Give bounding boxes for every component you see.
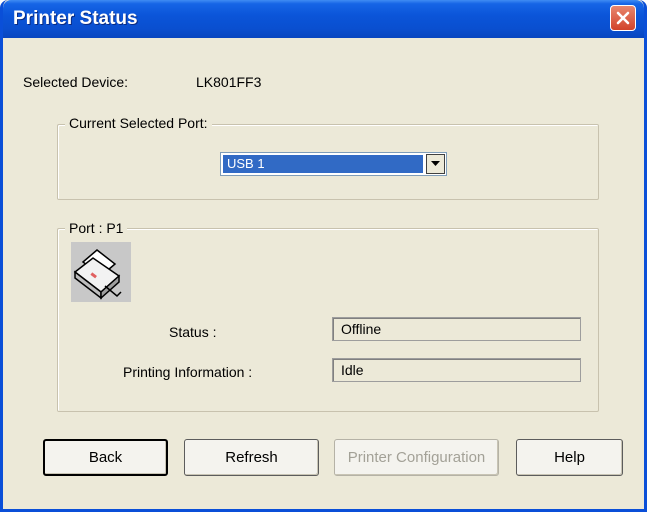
port-select[interactable]: USB 1 xyxy=(220,152,447,176)
current-port-legend: Current Selected Port: xyxy=(65,115,212,131)
port-select-value: USB 1 xyxy=(223,155,423,173)
printing-info-label: Printing Information : xyxy=(123,364,253,380)
window-title: Printer Status xyxy=(13,8,138,29)
printer-icon xyxy=(71,242,131,302)
selected-device-value: LK801FF3 xyxy=(196,74,262,90)
back-button[interactable]: Back xyxy=(43,439,168,476)
printer-status-window: Printer Status Selected Device: LK801FF3… xyxy=(0,0,647,512)
refresh-button[interactable]: Refresh xyxy=(184,439,319,476)
port-dropdown-button[interactable] xyxy=(426,154,445,174)
status-field: Offline xyxy=(332,317,581,341)
selected-device-label: Selected Device: xyxy=(23,74,129,90)
printing-info-field: Idle xyxy=(332,358,581,382)
chevron-down-icon xyxy=(431,161,440,166)
status-label: Status : xyxy=(169,324,217,340)
close-button[interactable] xyxy=(610,5,636,31)
help-button[interactable]: Help xyxy=(516,439,623,476)
port-status-legend: Port : P1 xyxy=(65,220,128,236)
title-bar[interactable]: Printer Status xyxy=(3,0,644,38)
printer-configuration-button[interactable]: Printer Configuration xyxy=(334,439,499,476)
close-icon xyxy=(616,11,630,25)
